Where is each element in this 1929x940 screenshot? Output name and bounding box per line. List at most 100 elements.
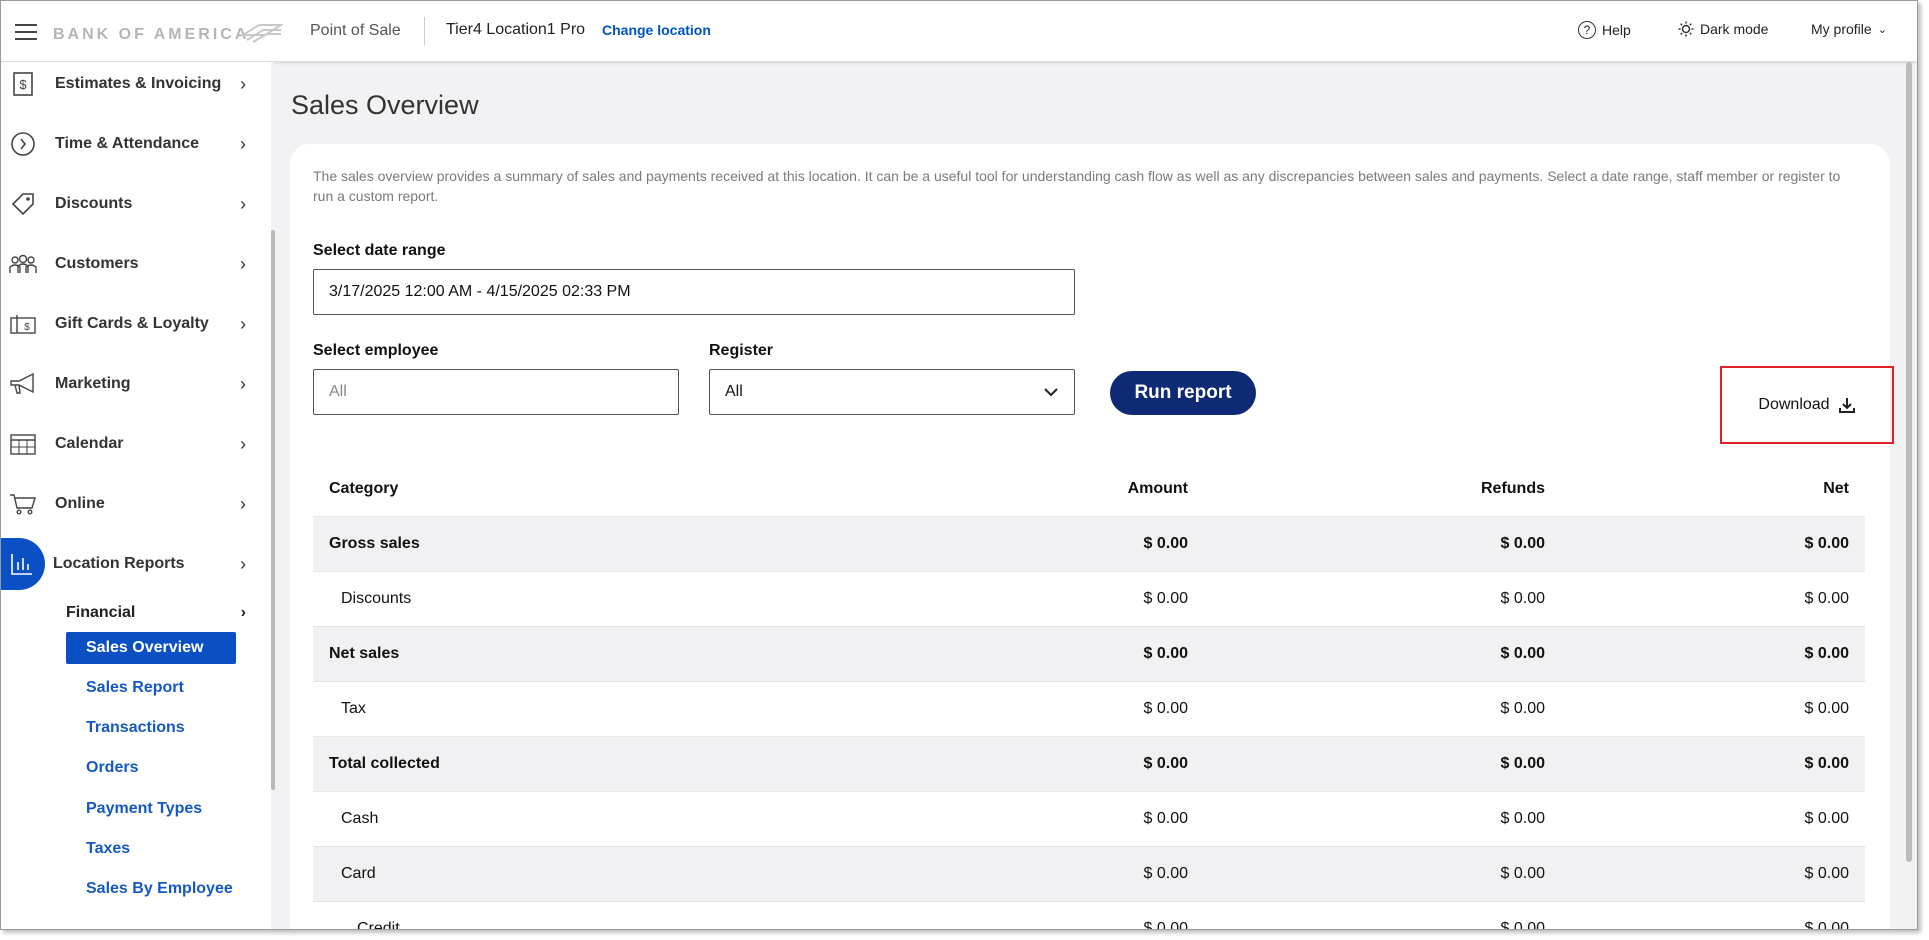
sidebar-item-discounts[interactable]: Discounts › [1,182,261,226]
brand-logo: BANK OF AMERICA [53,26,250,43]
page-scrollbar[interactable] [1906,62,1912,862]
date-range-input[interactable] [313,269,1075,315]
sidebar: $ Estimates & Invoicing › Time & Attenda… [1,62,271,929]
app-name: Point of Sale [310,22,401,39]
sidebar-item-time-attendance[interactable]: Time & Attendance › [1,122,261,166]
sidebar-item-online[interactable]: Online › [1,482,261,526]
sidebar-item-label: Location Reports [53,555,185,572]
row-category: Credit [357,920,400,930]
column-header-net: Net [1823,480,1849,497]
row-amount: $ 0.00 [1143,755,1188,772]
register-select-value: All [725,383,743,400]
download-label: Download [1758,396,1830,413]
row-net: $ 0.00 [1804,865,1849,882]
page-title: Sales Overview [291,90,479,120]
subheader-label: Financial [66,604,136,621]
chevron-down-icon [1044,388,1058,397]
sidebar-item-customers[interactable]: Customers › [1,242,261,286]
table-row: Cash $ 0.00 $ 0.00 $ 0.00 [313,792,1865,847]
sidebar-subitem-orders[interactable]: Orders [66,752,236,784]
date-range-label: Select date range [313,242,446,259]
row-net: $ 0.00 [1804,810,1849,827]
chevron-right-icon: › [240,73,246,94]
sidebar-subitem-taxes[interactable]: Taxes [66,833,236,865]
sun-icon [1678,21,1694,37]
sidebar-subitem-transactions[interactable]: Transactions [66,712,236,744]
download-button[interactable]: Download [1720,366,1894,444]
row-category: Net sales [329,645,400,662]
sidebar-item-label: Estimates & Invoicing [55,75,222,92]
cart-icon [8,489,38,519]
table-row: Tax $ 0.00 $ 0.00 $ 0.00 [313,682,1865,737]
customers-icon [8,249,38,279]
table-row: Net sales $ 0.00 $ 0.00 $ 0.00 [313,627,1865,682]
sidebar-item-marketing[interactable]: Marketing › [1,362,261,406]
clock-icon [8,129,38,159]
row-net: $ 0.00 [1804,590,1849,607]
sidebar-subheader-financial[interactable]: Financial › [66,604,246,622]
invoice-icon: $ [8,69,38,99]
megaphone-icon [8,369,38,399]
sidebar-subitem-sales-by-employee[interactable]: Sales By Employee [66,873,236,905]
sidebar-item-label: Online [55,495,105,512]
sidebar-item-location-reports[interactable]: Location Reports › [1,538,261,590]
hamburger-menu-icon[interactable] [15,24,37,40]
table-row: Card $ 0.00 $ 0.00 $ 0.00 [313,847,1865,902]
sidebar-subitem-payment-types[interactable]: Payment Types [66,793,236,825]
row-category: Discounts [341,590,412,607]
row-category: Tax [341,700,366,717]
sidebar-item-calendar[interactable]: Calendar › [1,422,261,466]
chevron-right-icon: › [240,133,246,154]
change-location-link[interactable]: Change location [602,22,711,38]
row-amount: $ 0.00 [1143,865,1188,882]
run-report-button[interactable]: Run report [1110,371,1256,415]
column-header-refunds: Refunds [1481,480,1545,497]
sidebar-scrollbar[interactable] [271,62,275,790]
register-select[interactable]: All [709,369,1075,415]
row-amount: $ 0.00 [1143,590,1188,607]
row-net: $ 0.00 [1804,645,1849,662]
row-category: Gross sales [329,535,420,552]
header-divider [424,17,425,45]
my-profile-menu[interactable]: My profile ⌄ [1811,21,1887,37]
chevron-right-icon: › [240,193,246,214]
help-button[interactable]: ? Help [1578,21,1631,39]
table-header-row: Category Amount Refunds Net [313,462,1865,517]
chevron-right-icon: › [240,604,246,621]
row-refunds: $ 0.00 [1500,590,1545,607]
tag-icon [8,189,38,219]
sidebar-item-estimates-invoicing[interactable]: $ Estimates & Invoicing › [1,62,261,106]
employee-input[interactable] [313,369,679,415]
dark-mode-button[interactable]: Dark mode [1678,21,1768,37]
app-window: BANK OF AMERICA Point of Sale Tier4 Loca… [0,0,1918,930]
download-icon [1838,398,1855,413]
row-net: $ 0.00 [1804,535,1849,552]
row-refunds: $ 0.00 [1500,535,1545,552]
flag-logo-icon [241,24,283,43]
dark-mode-label: Dark mode [1700,21,1769,37]
top-header: BANK OF AMERICA Point of Sale Tier4 Loca… [1,1,1917,62]
table-row: Total collected $ 0.00 $ 0.00 $ 0.00 [313,737,1865,792]
sidebar-item-label: Calendar [55,435,124,452]
gift-card-icon: $ [8,309,38,339]
row-net: $ 0.00 [1804,755,1849,772]
table-row: Gross sales $ 0.00 $ 0.00 $ 0.00 [313,517,1865,572]
svg-text:$: $ [19,77,27,92]
row-category: Card [341,865,376,882]
sidebar-subitem-sales-report[interactable]: Sales Report [66,672,236,704]
sidebar-item-gift-cards-loyalty[interactable]: $ Gift Cards & Loyalty › [1,302,261,346]
sidebar-subitem-sales-overview[interactable]: Sales Overview [66,632,236,664]
chevron-right-icon: › [240,433,246,454]
sales-overview-table: Category Amount Refunds Net Gross sales … [313,462,1865,930]
report-description: The sales overview provides a summary of… [313,168,1841,204]
row-refunds: $ 0.00 [1500,810,1545,827]
row-amount: $ 0.00 [1143,920,1188,930]
row-refunds: $ 0.00 [1500,865,1545,882]
sidebar-item-label: Customers [55,255,139,272]
row-refunds: $ 0.00 [1500,645,1545,662]
bar-chart-icon [1,538,45,590]
sidebar-item-label: Marketing [55,375,131,392]
row-amount: $ 0.00 [1143,645,1188,662]
row-net: $ 0.00 [1804,700,1849,717]
sidebar-item-label: Time & Attendance [55,135,200,152]
